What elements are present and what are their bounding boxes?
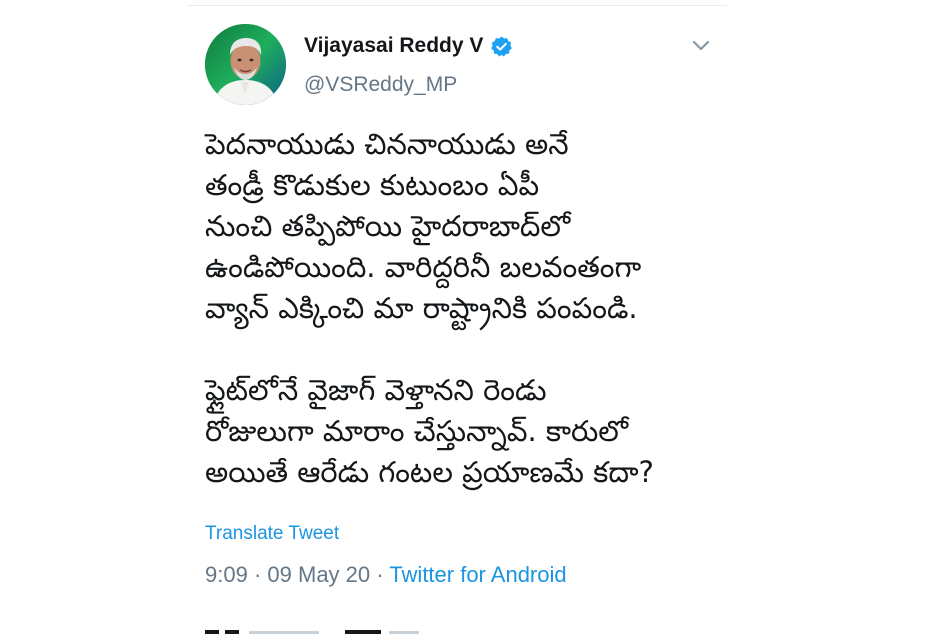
- tweet-line: ఫ్లైట్‌లోనే వైజాగ్ వెళ్తానని రెండు: [205, 373, 547, 407]
- tweet-paragraph-1: పెదనాయుడు చిననాయుడు అనే తండ్రీ కొడుకుల క…: [205, 124, 720, 329]
- meta-separator: ·: [253, 562, 262, 587]
- author-display-name[interactable]: Vijayasai Reddy V: [304, 32, 513, 60]
- tweet-stats-cutoff: [205, 630, 419, 634]
- tweet-line: తండ్రీ కొడుకుల కుటుంబం ఏపీ: [205, 168, 540, 202]
- tweet-date[interactable]: 09 May 20: [267, 562, 370, 587]
- tweet-line: నుంచి తప్పిపోయి హైదరాబాద్‌లో: [205, 209, 571, 243]
- top-divider: [187, 5, 727, 6]
- verified-badge-icon: [491, 35, 513, 56]
- tweet-text: పెదనాయుడు చిననాయుడు అనే తండ్రీ కొడుకుల క…: [205, 124, 720, 493]
- tweet-line: పెదనాయుడు చిననాయుడు అనే: [205, 127, 569, 161]
- tweet-source-link[interactable]: Twitter for Android: [389, 562, 566, 587]
- author-name-text: Vijayasai Reddy V: [304, 34, 484, 57]
- tweet-meta: 9:09 · 09 May 20 · Twitter for Android: [205, 560, 567, 590]
- tweet-line: రోజులుగా మారాం చేస్తున్నావ్. కారులో: [205, 414, 629, 448]
- chevron-down-icon[interactable]: [691, 38, 711, 54]
- meta-separator: ·: [376, 562, 384, 587]
- translate-tweet-link[interactable]: Translate Tweet: [205, 521, 339, 547]
- tweet-line: అయితే ఆరేడు గంటల ప్రయాణమే కదా?: [205, 455, 654, 489]
- avatar[interactable]: [205, 24, 286, 105]
- tweet-paragraph-2: ఫ్లైట్‌లోనే వైజాగ్ వెళ్తానని రెండు రోజుల…: [205, 370, 720, 493]
- avatar-photo: [205, 24, 286, 105]
- tweet-time[interactable]: 9:09: [205, 562, 248, 587]
- tweet-line: ఉండిపోయింది. వారిద్దరినీ బలవంతంగా: [205, 250, 642, 284]
- author-handle[interactable]: @VSReddy_MP: [304, 71, 457, 99]
- tweet-line: వ్యాన్ ఎక్కించి మా రాష్ట్రానికి పంపండి.: [205, 291, 638, 325]
